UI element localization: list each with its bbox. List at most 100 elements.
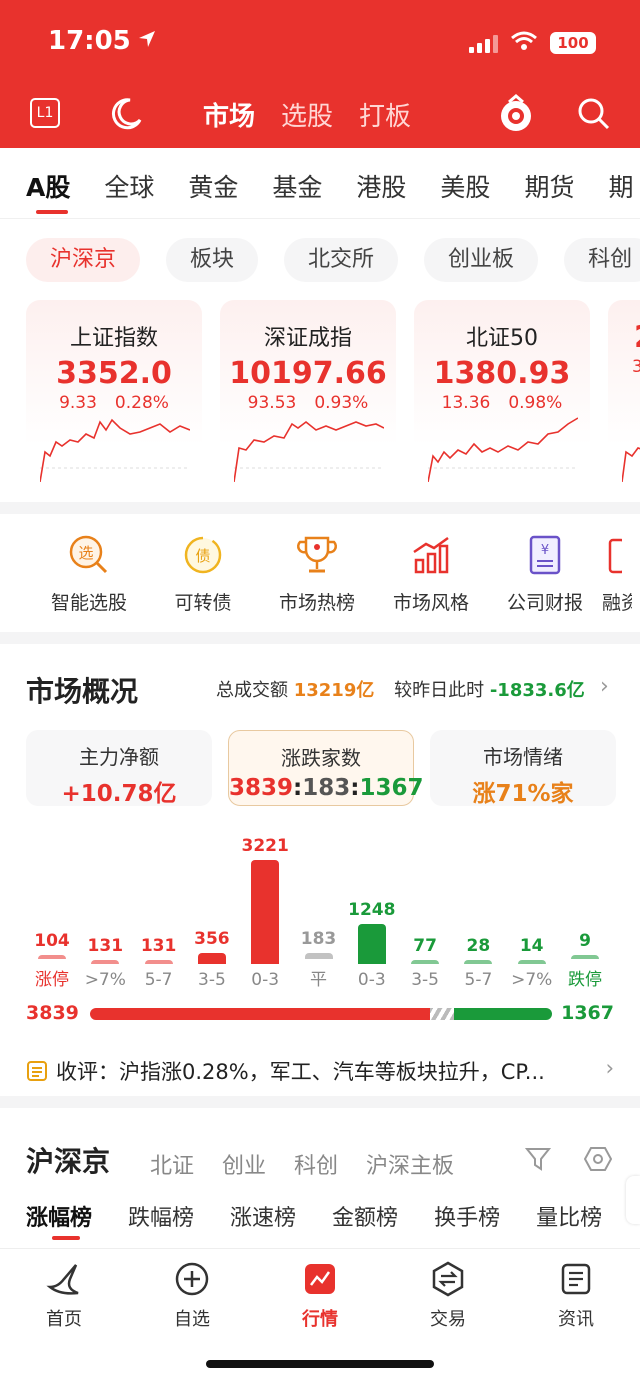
nav-label: 资讯: [558, 1309, 594, 1330]
news-icon: [526, 1259, 626, 1299]
pill-bse[interactable]: 北交所: [284, 238, 399, 282]
nav-watchlist[interactable]: 自选: [142, 1259, 242, 1331]
box-title: 市场情绪: [483, 745, 563, 769]
distribution-count: 28: [466, 936, 491, 956]
tab-star-rank[interactable]: 科创: [294, 1148, 338, 1180]
tool-label: 智能选股: [50, 592, 127, 614]
distribution-label: 0-3: [251, 970, 280, 990]
margin-icon: [602, 530, 632, 580]
tab-bse-rank[interactable]: 北证: [150, 1148, 194, 1180]
tab-hk[interactable]: 港股: [356, 168, 406, 204]
tab-global[interactable]: 全球: [104, 168, 154, 204]
svg-text:债: 债: [195, 547, 210, 565]
tab-stock-pick[interactable]: 选股: [281, 96, 333, 133]
tab-volume-ratio[interactable]: 量比榜: [536, 1200, 602, 1232]
distribution-count: 3221: [241, 836, 289, 856]
tab-futures[interactable]: 期货: [524, 168, 574, 204]
index-change: 13.36: [441, 393, 491, 413]
home-icon: [14, 1259, 114, 1299]
tab-a-share[interactable]: A股: [26, 168, 70, 204]
vs-value: -1833.6亿: [489, 680, 585, 701]
tool-smart-pick[interactable]: 选 智能选股: [32, 530, 146, 615]
distribution-bar: [197, 953, 226, 964]
flat-bar: [430, 1008, 454, 1020]
index-sparkline: [40, 418, 190, 482]
ranking-sub-tabs: 涨幅榜 跌幅榜 涨速榜 金额榜 换手榜 量比榜: [26, 1200, 602, 1232]
distribution-chart: 104 涨停 131 >7% 131 5-7 356 3-5 3221 0-3 183 平 1248 0-…: [26, 820, 614, 990]
tool-label: 融资: [602, 592, 632, 614]
pill-sector[interactable]: 板块: [166, 238, 259, 282]
nav-home[interactable]: 首页: [14, 1259, 114, 1331]
down-bar: [454, 1008, 552, 1020]
tab-losers[interactable]: 跌幅榜: [128, 1200, 194, 1232]
up-down-ratio-bar: 3839 1367: [26, 1000, 614, 1028]
tab-fund[interactable]: 基金: [272, 168, 322, 204]
bar-style-icon: [374, 530, 488, 580]
search-icon[interactable]: [576, 96, 612, 136]
night-mode-icon[interactable]: [108, 96, 144, 136]
tool-financial-report[interactable]: ¥ 公司财报: [488, 530, 602, 615]
up-down-count-box[interactable]: 涨跌家数 3839:183:1367: [228, 730, 423, 806]
index-sparkline: [428, 417, 578, 482]
nav-label: 首页: [46, 1309, 82, 1330]
ranking-title[interactable]: 沪深京: [26, 1140, 110, 1180]
sentiment-box[interactable]: 市场情绪 涨71%家: [430, 730, 616, 807]
index-change-row: 9.33 0.28%: [26, 393, 202, 413]
main-net-box[interactable]: 主力净额 +10.78亿: [26, 730, 212, 807]
pill-hushenjing[interactable]: 沪深京: [26, 238, 141, 282]
pill-star[interactable]: 科创: [564, 238, 640, 282]
tool-convertible-bond[interactable]: 债 可转债: [146, 530, 260, 615]
index-card[interactable]: 2 3: [608, 300, 640, 482]
top-tabs: 市场 选股 打板: [203, 96, 411, 133]
distribution-label: 5-7: [464, 970, 493, 990]
tool-margin[interactable]: 融资: [602, 530, 632, 615]
index-value: 3352.0: [56, 356, 172, 391]
tab-gainers[interactable]: 涨幅榜: [26, 1200, 92, 1232]
side-drawer-handle[interactable]: [626, 1176, 640, 1224]
index-change: 3: [632, 357, 640, 377]
tab-main-board-rank[interactable]: 沪深主板: [366, 1148, 454, 1180]
distribution-bar: [357, 924, 386, 964]
svg-text:¥: ¥: [541, 543, 549, 558]
vs-label: 较昨日此时: [394, 680, 485, 701]
index-name: 上证指数: [69, 326, 158, 351]
tab-turnover[interactable]: 换手榜: [434, 1200, 500, 1232]
distribution-label: 涨停: [35, 970, 69, 990]
distribution-label: 3-5: [411, 970, 439, 990]
tool-hot-list[interactable]: 市场热榜: [260, 530, 374, 615]
pill-chinext[interactable]: 创业板: [424, 238, 539, 282]
nav-label: 行情: [302, 1309, 338, 1330]
tab-speed[interactable]: 涨速榜: [230, 1200, 296, 1232]
tab-amount[interactable]: 金额榜: [332, 1200, 398, 1232]
overview-stats[interactable]: 总成交额 13219亿 较昨日此时 -1833.6亿: [216, 676, 585, 702]
distribution-column: 9 跌停: [559, 931, 611, 990]
mascot-icon[interactable]: [497, 94, 535, 138]
index-card[interactable]: 上证指数 3352.0 9.33 0.28%: [26, 300, 202, 482]
down-total: 1367: [561, 1002, 614, 1024]
nav-label: 自选: [174, 1309, 210, 1330]
tab-us[interactable]: 美股: [440, 168, 490, 204]
tab-more[interactable]: 期: [608, 168, 633, 204]
chevron-right-icon[interactable]: ›: [600, 674, 609, 699]
up-total: 3839: [26, 1002, 79, 1024]
market-comment[interactable]: 收评：沪指涨0.28%，军工、汽车等板块拉升，CP... ›: [26, 1056, 614, 1087]
tab-gold[interactable]: 黄金: [188, 168, 238, 204]
level1-button[interactable]: L1: [30, 98, 60, 128]
index-pct: 0.93%: [314, 393, 369, 413]
nav-trade[interactable]: 交易: [398, 1259, 498, 1331]
distribution-bar: [571, 955, 599, 959]
settings-hex-icon[interactable]: [583, 1145, 613, 1177]
index-card[interactable]: 北证50 1380.93 13.36 0.98%: [414, 300, 590, 482]
tab-limit-up[interactable]: 打板: [359, 96, 411, 133]
tab-market[interactable]: 市场: [203, 96, 255, 133]
distribution-count: 356: [194, 929, 230, 949]
filter-icon[interactable]: [524, 1145, 552, 1177]
nav-news[interactable]: 资讯: [526, 1259, 626, 1331]
tool-market-style[interactable]: 市场风格: [374, 530, 488, 615]
tab-chinext-rank[interactable]: 创业: [222, 1148, 266, 1180]
nav-market[interactable]: 行情: [270, 1259, 370, 1331]
box-title: 主力净额: [79, 745, 159, 769]
distribution-bar: [517, 960, 546, 964]
distribution-label: >7%: [84, 970, 126, 990]
index-card[interactable]: 深证成指 10197.66 93.53 0.93%: [220, 300, 396, 482]
